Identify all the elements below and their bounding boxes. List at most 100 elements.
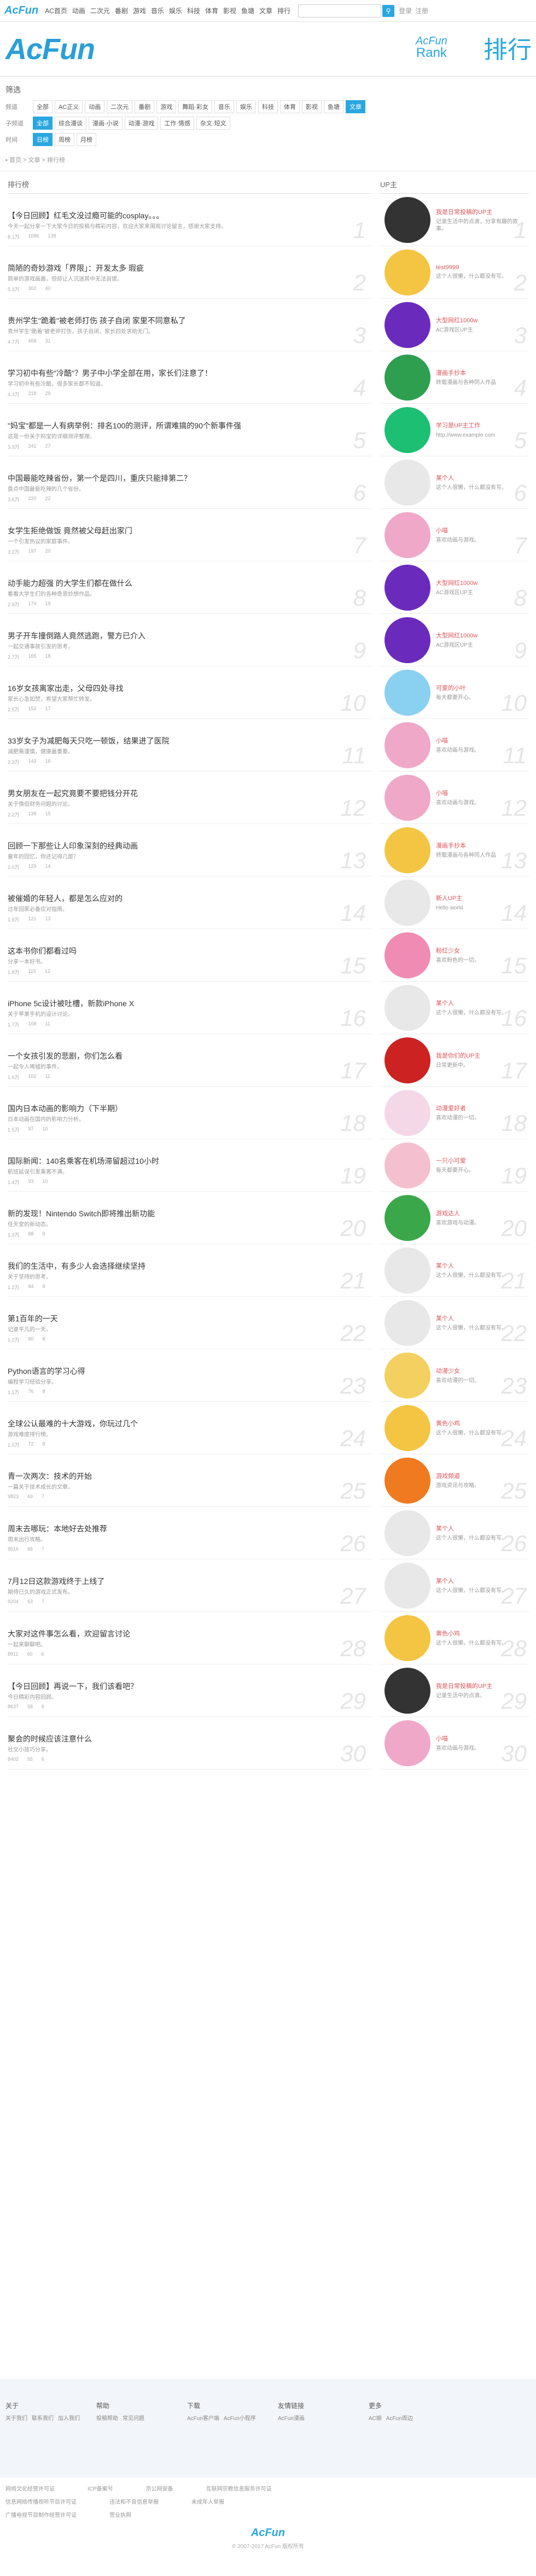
article-title[interactable]: 一个女孩引发的悲剧，你们怎么看: [8, 1051, 371, 1061]
filter-tag[interactable]: 番剧: [135, 100, 155, 113]
article-title[interactable]: 动手能力超强 的大学生们都在做什么: [8, 578, 371, 589]
footer-link[interactable]: 投稿帮助: [96, 2416, 118, 2422]
article-title[interactable]: 33岁女子为减肥每天只吃一顿饭，结果进了医院: [8, 735, 371, 746]
user-name[interactable]: 学习是UP主工作: [436, 421, 518, 430]
filter-tag[interactable]: 动漫·游戏: [124, 117, 159, 130]
article-title[interactable]: 大家对这件事怎么看，欢迎留言讨论: [8, 1628, 371, 1639]
footer-link[interactable]: 加入我们: [58, 2416, 80, 2422]
article-title[interactable]: 简陋的奇妙游戏「界限」：开发太多 瑕疵: [8, 263, 371, 274]
avatar[interactable]: [384, 196, 430, 243]
article-title[interactable]: 中国最能吃辣省份，第一个是四川，重庆只能排第二？: [8, 473, 371, 484]
footer-link[interactable]: AcFun漫画: [278, 2416, 305, 2422]
article-title[interactable]: 【今日回顾】再说一下，我们该看吧？: [8, 1681, 371, 1692]
footer-license[interactable]: ICP备案号: [88, 2483, 113, 2496]
avatar[interactable]: [384, 932, 430, 978]
article-title[interactable]: 这本书你们都看过吗: [8, 945, 371, 956]
filter-tag[interactable]: 日榜: [33, 133, 53, 146]
nav-item[interactable]: 影视: [223, 6, 236, 15]
nav-item[interactable]: 鱼塘: [241, 6, 254, 15]
avatar[interactable]: [384, 1299, 430, 1346]
filter-tag[interactable]: 鱼塘: [323, 100, 343, 113]
article-title[interactable]: iPhone 5c设计被吐槽，新款iPhone X: [8, 998, 371, 1009]
filter-tag[interactable]: 工作·情感: [160, 117, 195, 130]
filter-tag[interactable]: 月榜: [77, 133, 96, 146]
article-title[interactable]: 我们的生活中，有多少人会选择继续坚持: [8, 1261, 371, 1272]
avatar[interactable]: [384, 984, 430, 1031]
footer-license[interactable]: 广播电视节目制作经营许可证: [5, 2509, 77, 2522]
filter-tag[interactable]: 全部: [33, 117, 53, 130]
user-name[interactable]: 大型网红1000w: [436, 316, 518, 324]
footer-license[interactable]: 未成年人举报: [191, 2496, 224, 2509]
filter-tag[interactable]: 漫画·小说: [89, 117, 123, 130]
footer-link[interactable]: AC娘: [369, 2416, 382, 2422]
avatar[interactable]: [384, 879, 430, 926]
user-name[interactable]: 我是日常投稿的UP主: [436, 207, 518, 216]
avatar[interactable]: [384, 827, 430, 873]
article-title[interactable]: 回顾一下那些让人印象深刻的经典动画: [8, 840, 371, 851]
footer-link[interactable]: 联系我们: [32, 2416, 54, 2422]
user-name[interactable]: test9999: [436, 264, 518, 271]
article-title[interactable]: 贵州学生"跪着"被老师打伤 孩子自闭 家里不同意私了: [8, 315, 371, 326]
filter-tag[interactable]: 周榜: [55, 133, 74, 146]
avatar[interactable]: [384, 1615, 430, 1661]
footer-link[interactable]: 关于我们: [5, 2416, 27, 2422]
article-title[interactable]: 被催婚的年轻人，都是怎么应对的: [8, 893, 371, 904]
nav-item[interactable]: 娱乐: [169, 6, 182, 15]
footer-license[interactable]: 营业执照: [109, 2509, 131, 2522]
nav-item[interactable]: AC首页: [45, 6, 67, 15]
filter-tag[interactable]: 全部: [33, 100, 53, 113]
nav-item[interactable]: 动画: [72, 6, 85, 15]
avatar[interactable]: [384, 564, 430, 611]
search-input[interactable]: [298, 4, 382, 18]
footer-license[interactable]: 互联网宗教信息服务许可证: [206, 2483, 272, 2496]
filter-tag[interactable]: 动画: [85, 100, 105, 113]
filter-tag[interactable]: 游戏: [156, 100, 177, 113]
avatar[interactable]: [384, 1510, 430, 1556]
filter-tag[interactable]: 体育: [279, 100, 300, 113]
article-title[interactable]: "妈宝"都是一人有病举例：排名100的测评，所谓难搞的90个新事件强: [8, 420, 371, 431]
user-name[interactable]: 大型网红1000w: [436, 631, 518, 640]
avatar[interactable]: [384, 1142, 430, 1188]
filter-tag[interactable]: 舞蹈·彩女: [178, 100, 212, 113]
filter-tag[interactable]: 杂文·短文: [196, 117, 230, 130]
avatar[interactable]: [384, 1457, 430, 1504]
footer-link[interactable]: AcFun周边: [386, 2416, 413, 2422]
article-title[interactable]: 女学生拒绝做饭 竟然被父母赶出家门: [8, 525, 371, 536]
avatar[interactable]: [384, 459, 430, 506]
filter-tag[interactable]: 二次元: [107, 100, 133, 113]
footer-license[interactable]: 京公网安备: [146, 2483, 173, 2496]
filter-tag[interactable]: 综合漫谈: [55, 117, 86, 130]
filter-tag[interactable]: 音乐: [214, 100, 234, 113]
site-logo-small[interactable]: AcFun: [4, 4, 38, 17]
footer-link[interactable]: 常见问题: [123, 2416, 144, 2422]
top-right-link[interactable]: 注册: [415, 6, 428, 15]
avatar[interactable]: [384, 1247, 430, 1293]
nav-item[interactable]: 文章: [259, 6, 272, 15]
nav-item[interactable]: 音乐: [151, 6, 164, 15]
user-name[interactable]: 小喵: [436, 526, 518, 535]
article-title[interactable]: Python语言的学习心得: [8, 1366, 371, 1377]
avatar[interactable]: [384, 1194, 430, 1241]
avatar[interactable]: [384, 617, 430, 663]
nav-item[interactable]: 体育: [205, 6, 218, 15]
avatar[interactable]: [384, 1037, 430, 1083]
nav-item[interactable]: 二次元: [90, 6, 110, 15]
nav-item[interactable]: 游戏: [133, 6, 146, 15]
article-title[interactable]: 16岁女孩离家出走，父母四处寻找: [8, 683, 371, 694]
article-title[interactable]: 【今日回顾】红毛文没过瘾可能的cosplay。。。: [8, 210, 371, 221]
footer-license[interactable]: 信息网络传播视听节目许可证: [5, 2496, 77, 2509]
avatar[interactable]: [384, 774, 430, 821]
article-title[interactable]: 国际新闻：140名乘客在机场滞留超过10小时: [8, 1156, 371, 1167]
acfun-logo[interactable]: AcFun: [5, 32, 95, 66]
avatar[interactable]: [384, 1720, 430, 1766]
filter-tag[interactable]: AC正义: [55, 100, 83, 113]
article-title[interactable]: 男子开车撞倒路人竟然逃跑，警方已介入: [8, 630, 371, 641]
nav-item[interactable]: 番剧: [115, 6, 128, 15]
footer-link[interactable]: AcFun小程序: [224, 2416, 256, 2422]
user-name[interactable]: 漫画手抄本: [436, 368, 518, 377]
article-title[interactable]: 7月12日这款游戏终于上线了: [8, 1576, 371, 1587]
article-title[interactable]: 新的发现！Nintendo Switch即将推出新功能: [8, 1208, 371, 1219]
filter-tag[interactable]: 科技: [258, 100, 278, 113]
article-title[interactable]: 第1百年的一天: [8, 1313, 371, 1324]
avatar[interactable]: [384, 407, 430, 453]
